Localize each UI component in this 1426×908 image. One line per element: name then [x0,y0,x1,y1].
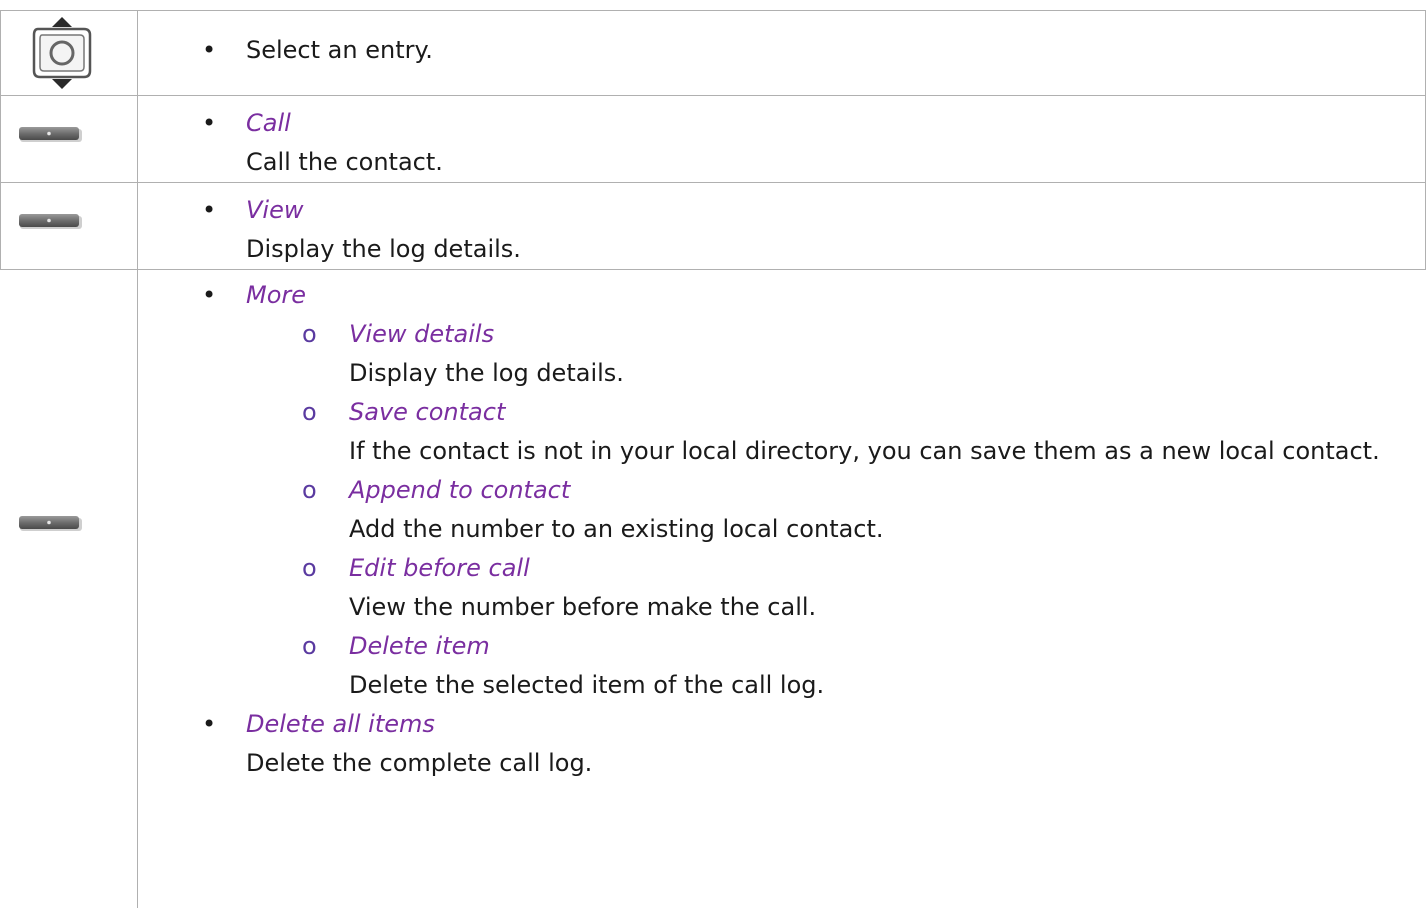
sub-option-edit-before-call: Edit before call [349,554,530,582]
text-cell: • View Display the log details. [137,182,1426,270]
row-text: Select an entry. [246,36,433,64]
table-row: • Call Call the contact. [0,95,1426,183]
option-delete-all-items: Delete all items [246,710,435,738]
sub-bullet: o [302,320,317,348]
softkey-icon [19,214,82,229]
sub-bullet: o [302,554,317,582]
navigator-icon [32,17,92,89]
bullet: • [202,281,217,309]
text-cell: • More o View details Display the log de… [138,270,1426,908]
option-description: Display the log details. [246,235,521,263]
bullet: • [202,109,217,137]
bullet: • [202,196,217,224]
instruction-table: • Select an entry. • Call Call the conta… [0,10,1426,908]
option-description: Call the contact. [246,148,443,176]
sub-option-delete-item: Delete item [349,632,490,660]
softkey-icon [18,516,82,531]
table-row: • View Display the log details. [0,182,1426,270]
sub-bullet: o [302,476,317,504]
option-description: Delete the complete call log. [246,749,593,777]
icon-cell [0,10,138,96]
sub-option-save-contact: Save contact [349,398,506,426]
sub-option-description: Display the log details. [349,359,624,387]
bullet: • [202,710,217,738]
sub-bullet: o [302,632,317,660]
table-row: • Select an entry. [0,10,1426,96]
bullet: • [202,36,217,64]
sub-option-description: Delete the selected item of the call log… [349,671,825,699]
icon-cell [0,269,138,908]
sub-option-description: View the number before make the call. [349,593,817,621]
sub-option-description: If the contact is not in your local dire… [349,437,1380,465]
text-cell: • Call Call the contact. [137,95,1426,183]
sub-bullet: o [302,398,317,426]
sub-option-view-details: View details [349,320,495,348]
icon-cell [0,182,138,270]
option-more: More [246,281,307,309]
option-view: View [246,196,304,224]
sub-option-description: Add the number to an existing local cont… [349,515,884,543]
table-row: • More o View details Display the log de… [0,269,1426,908]
option-call: Call [246,109,291,137]
icon-cell [0,95,138,183]
text-cell: • Select an entry. [137,10,1426,96]
softkey-icon [19,127,82,142]
sub-option-append-to-contact: Append to contact [349,476,571,504]
